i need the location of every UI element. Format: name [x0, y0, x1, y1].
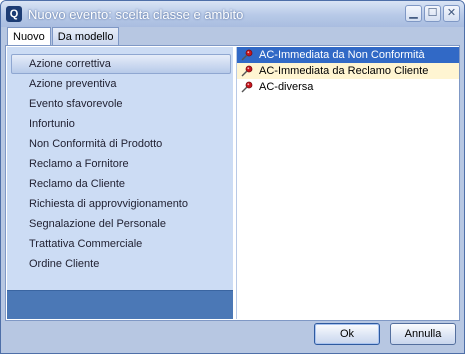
class-list-item[interactable]: Azione preventiva: [7, 74, 233, 94]
scope-list: AC-Immediata da Non Conformità AC-Immedia…: [236, 47, 459, 319]
app-icon-letter: Q: [9, 8, 19, 20]
class-list-item[interactable]: Trattativa Commerciale: [7, 234, 233, 254]
close-icon: ✕: [446, 7, 457, 19]
title-bar[interactable]: Q Nuovo evento: scelta classe e ambito ▁…: [1, 1, 464, 27]
pushpin-icon: [241, 81, 253, 93]
scope-list-item-label: AC-Immediata da Non Conformità: [259, 49, 425, 61]
class-list-item[interactable]: Ordine Cliente: [7, 254, 233, 274]
minimize-button[interactable]: ▁: [405, 5, 422, 22]
class-list-item[interactable]: Reclamo a Fornitore: [7, 154, 233, 174]
ok-button[interactable]: Ok: [314, 323, 380, 345]
tab-panel: Azione correttiva Azione preventiva Evento…: [5, 45, 460, 321]
class-list-item[interactable]: Segnalazione del Personale: [7, 214, 233, 234]
close-button[interactable]: ✕: [443, 5, 460, 22]
tab-nuovo[interactable]: Nuovo: [7, 27, 51, 47]
tab-da-modello[interactable]: Da modello: [51, 27, 120, 45]
scope-list-item[interactable]: AC-diversa: [237, 79, 459, 95]
window-title: Nuovo evento: scelta classe e ambito: [28, 6, 244, 22]
class-list-item[interactable]: Non Conformità di Prodotto: [7, 134, 233, 154]
maximize-icon: ☐: [427, 7, 438, 19]
tab-strip: Nuovo Da modello: [7, 27, 120, 47]
minimize-icon: ▁: [409, 7, 418, 19]
class-list-item[interactable]: Reclamo da Cliente: [7, 174, 233, 194]
class-list-footer: [7, 290, 233, 319]
class-list-item[interactable]: Evento sfavorevole: [7, 94, 233, 114]
class-list-pane: Azione correttiva Azione preventiva Evento…: [7, 47, 233, 319]
cancel-button[interactable]: Annulla: [390, 323, 456, 345]
maximize-button[interactable]: ☐: [424, 5, 441, 22]
app-icon: Q: [6, 6, 22, 22]
pushpin-icon: [241, 65, 253, 77]
class-list-item[interactable]: Richiesta di approvvigionamento: [7, 194, 233, 214]
class-list-item[interactable]: Azione correttiva: [11, 54, 231, 74]
dialog-window: Q Nuovo evento: scelta classe e ambito ▁…: [0, 0, 465, 354]
scope-list-item[interactable]: AC-Immediata da Reclamo Cliente: [237, 63, 459, 79]
scope-list-item-label: AC-diversa: [259, 81, 314, 93]
class-list-item[interactable]: Infortunio: [7, 114, 233, 134]
scope-list-item[interactable]: AC-Immediata da Non Conformità: [237, 47, 459, 63]
scope-list-item-label: AC-Immediata da Reclamo Cliente: [259, 65, 429, 77]
class-list: Azione correttiva Azione preventiva Evento…: [7, 54, 233, 274]
pushpin-icon: [241, 49, 253, 61]
